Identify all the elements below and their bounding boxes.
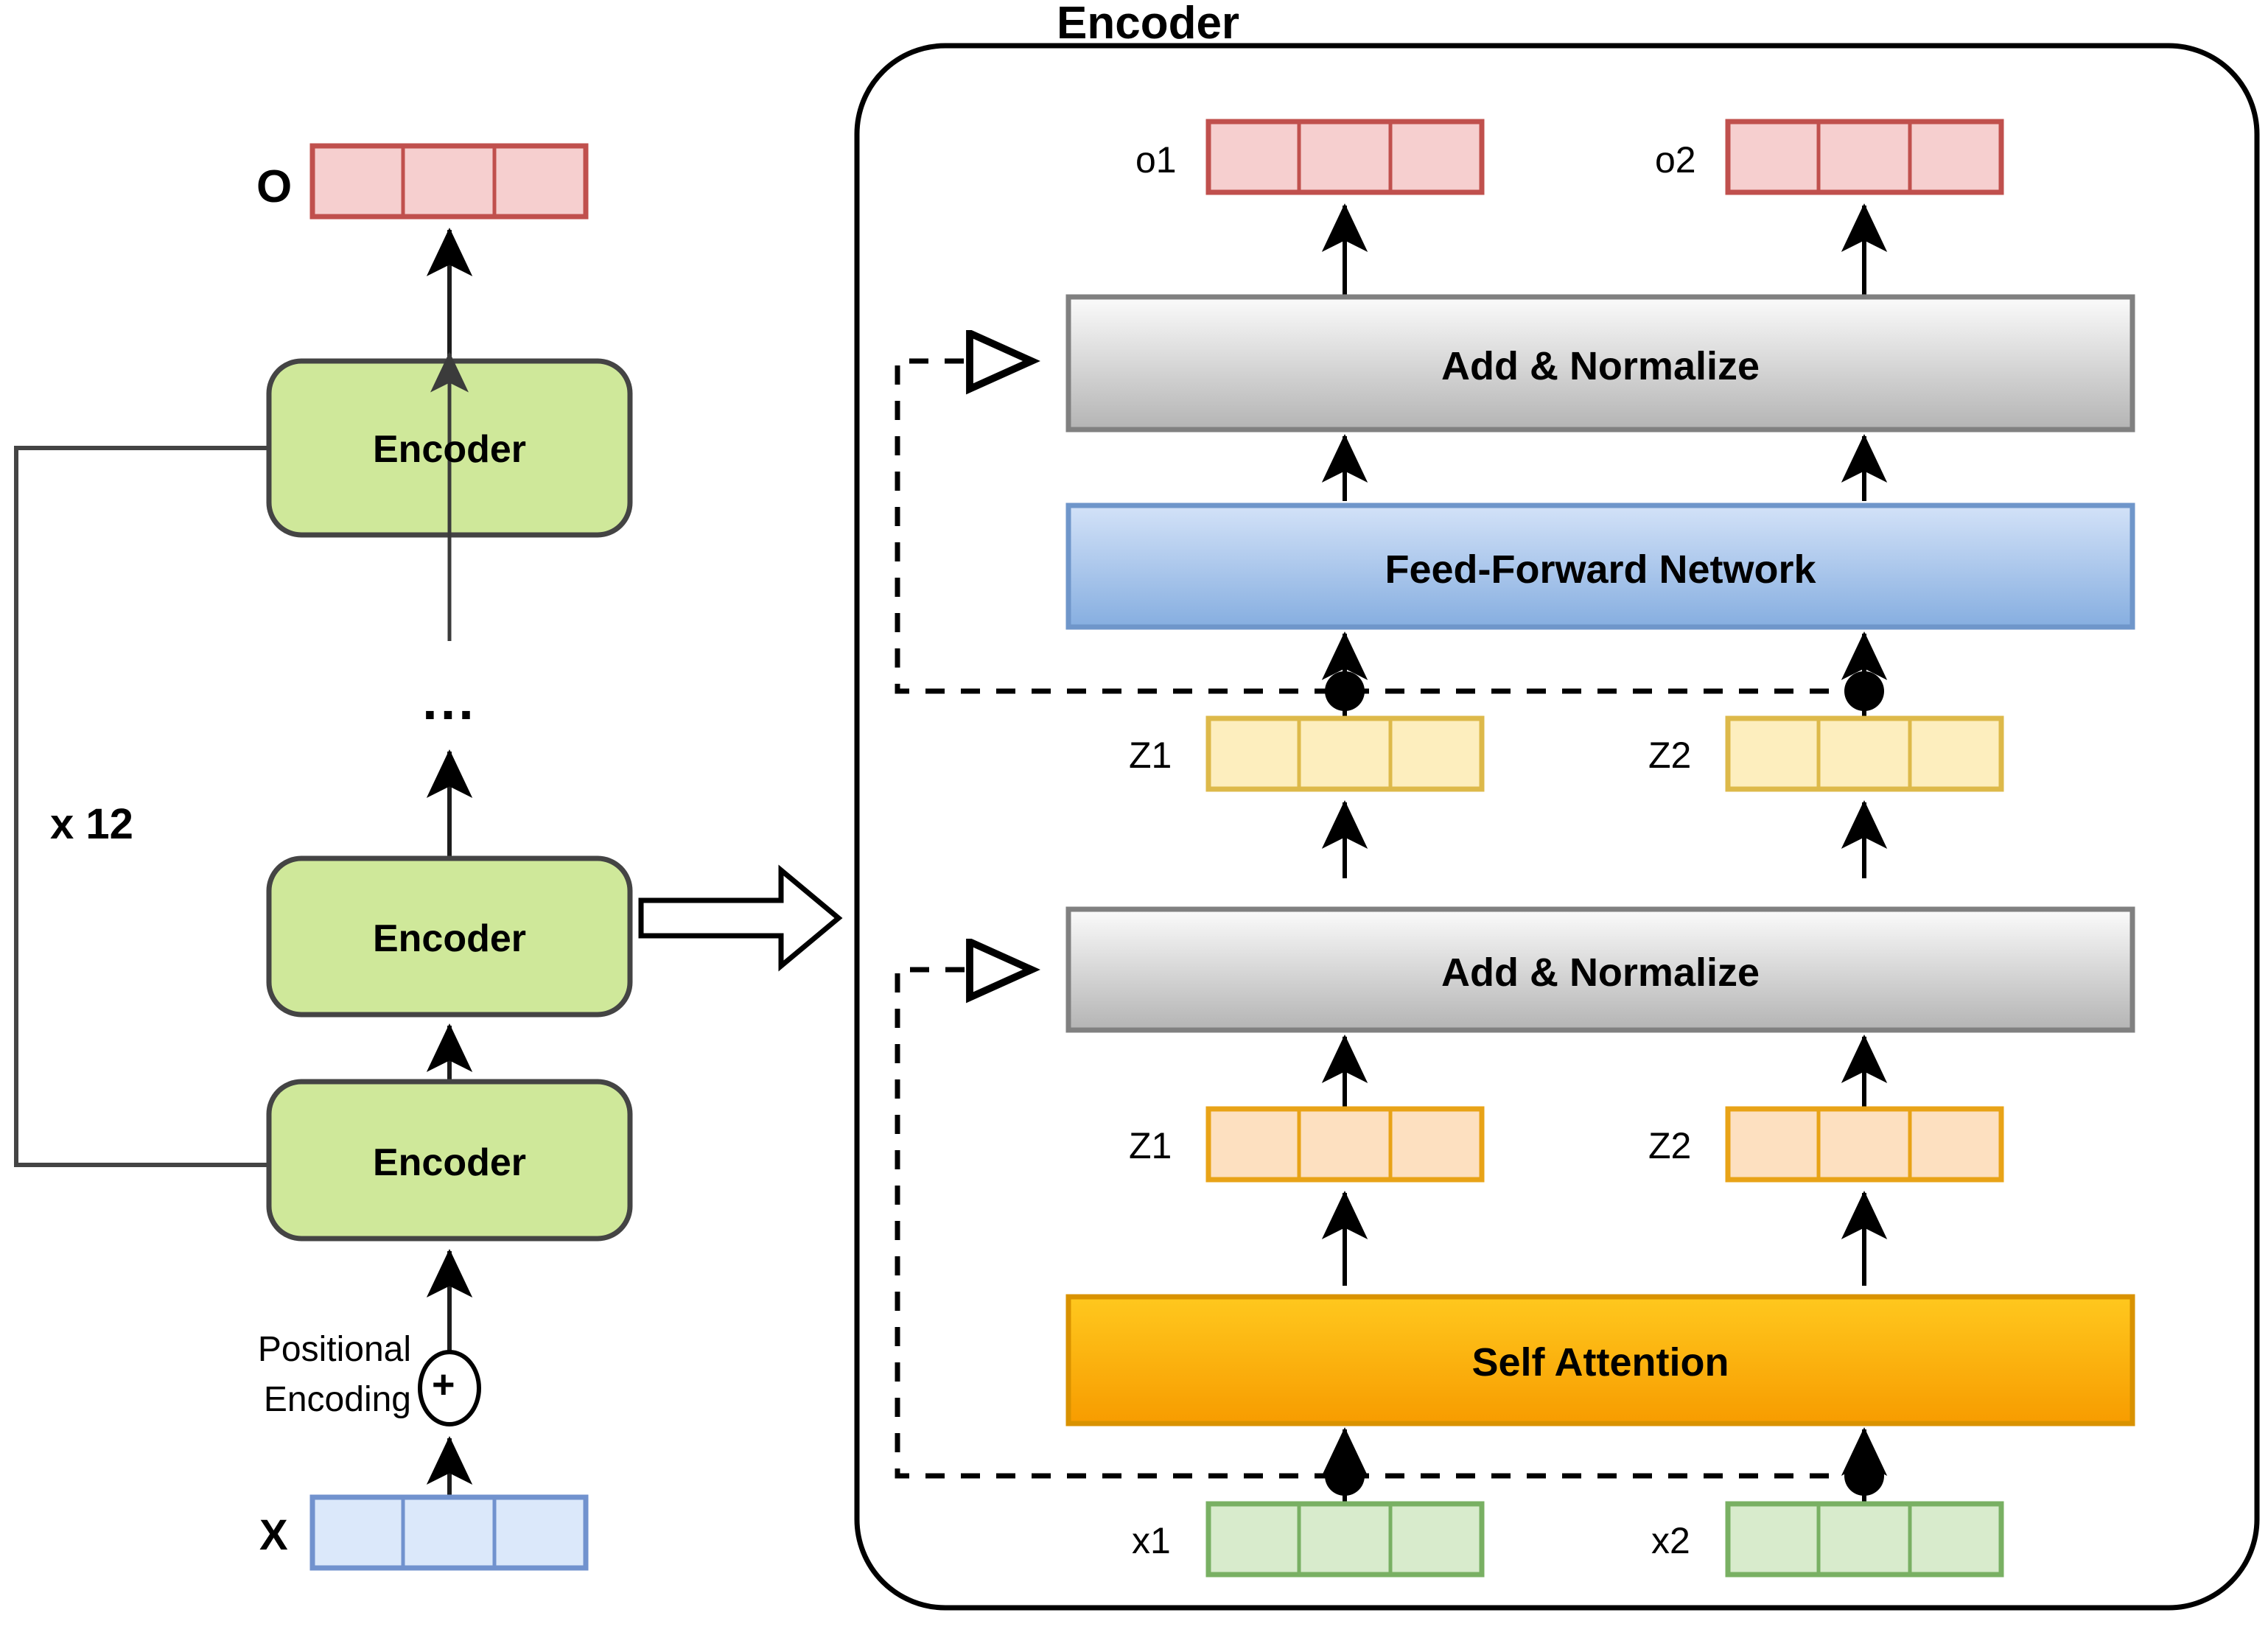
output-vector-O: [309, 143, 589, 220]
vector-Z2-upper: [1725, 715, 2004, 792]
positional-encoding-label-line2: Encoding: [263, 1380, 411, 1419]
self-attention-label: Self Attention: [1471, 1340, 1729, 1384]
feed-forward-network-label: Feed-Forward Network: [1385, 547, 1816, 592]
expand-arrow-icon: [638, 864, 843, 972]
residual-junction-dot-bottom-col2: [1844, 1456, 1884, 1496]
vector-label-Z1-upper: Z1: [1129, 735, 1172, 776]
input-label-x2: x2: [1651, 1520, 1690, 1561]
vector-label-Z2-lower: Z2: [1648, 1125, 1692, 1166]
residual-junction-dot-top-col1: [1325, 671, 1365, 711]
input-label-X: X: [259, 1511, 288, 1559]
output-label-o2: o2: [1655, 139, 1696, 181]
repeat-count-label: x 12: [50, 800, 133, 848]
encoder-block-bottom-label: Encoder: [372, 1141, 527, 1184]
output-vector-o2: [1725, 119, 2004, 195]
encoder-block-top-label: Encoder: [372, 428, 527, 471]
vector-Z1-lower: [1205, 1106, 1485, 1183]
plus-symbol: +: [432, 1362, 455, 1407]
diagram-canvas: O Encoder ... x 12 Encoder Encoder Posit…: [0, 0, 2268, 1635]
add-normalize-bottom-label: Add & Normalize: [1441, 950, 1760, 995]
encoder-panel-title: Encoder: [1057, 0, 1240, 49]
add-normalize-top-label: Add & Normalize: [1441, 344, 1760, 388]
output-label-O: O: [256, 161, 293, 212]
residual-junction-dot-bottom-col1: [1325, 1456, 1365, 1496]
vector-Z1-upper: [1205, 715, 1485, 792]
input-vector-x2: [1725, 1501, 2004, 1578]
output-label-o1: o1: [1135, 139, 1177, 181]
input-label-x1: x1: [1132, 1520, 1171, 1561]
vector-Z2-lower: [1725, 1106, 2004, 1183]
ellipsis-label: ...: [422, 670, 477, 731]
vector-label-Z2-upper: Z2: [1648, 735, 1692, 776]
encoder-block-middle-label: Encoder: [372, 917, 527, 960]
positional-encoding-label-line1: Positional: [257, 1330, 411, 1369]
input-vector-x1: [1205, 1501, 1485, 1578]
input-vector-X: [309, 1494, 589, 1571]
vector-label-Z1-lower: Z1: [1129, 1125, 1172, 1166]
output-vector-o1: [1205, 119, 1485, 195]
residual-junction-dot-top-col2: [1844, 671, 1884, 711]
